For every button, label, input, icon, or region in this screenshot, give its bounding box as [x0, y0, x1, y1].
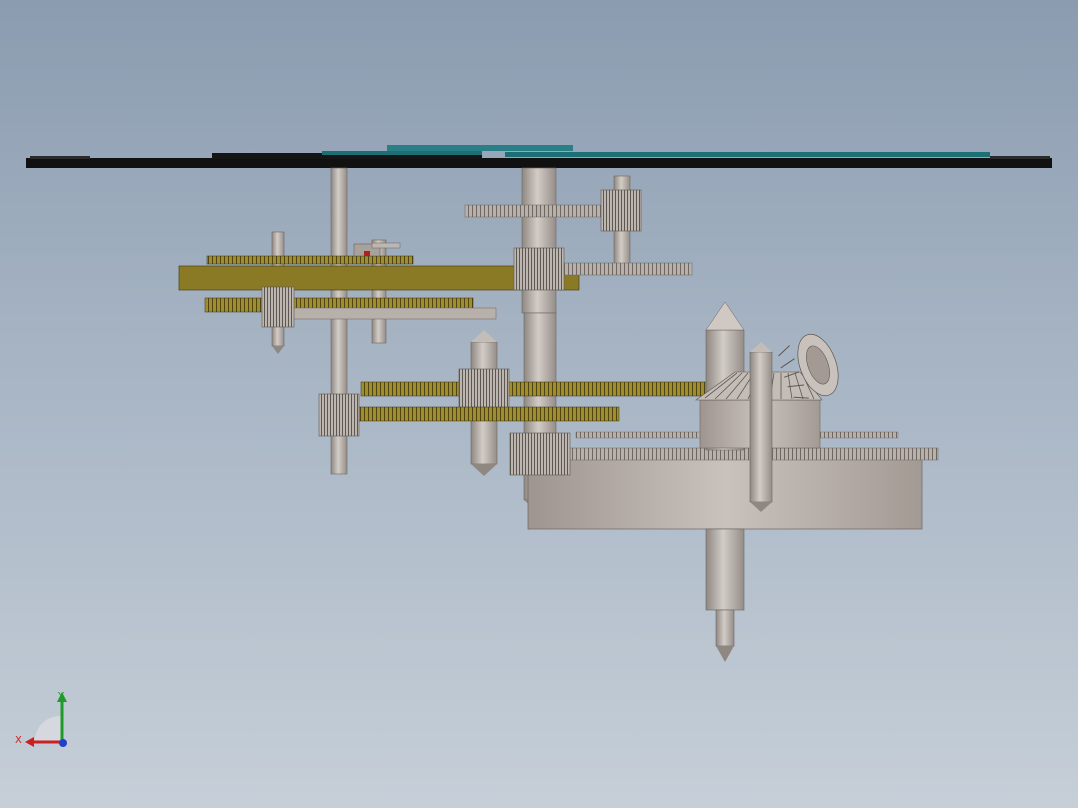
triad-x-label: X	[15, 735, 22, 746]
crown-tower-tip	[705, 301, 745, 331]
small-block-red	[364, 251, 370, 256]
top-plate-bar	[26, 158, 1052, 168]
pinion-mid	[458, 368, 510, 410]
grey-gear-mid	[559, 262, 693, 276]
top-plate-tab-left	[30, 156, 90, 159]
small-arm	[371, 242, 401, 249]
triad-z-dot	[59, 739, 67, 747]
shaft-mid-top	[471, 330, 497, 342]
top-plate[interactable]	[26, 145, 1052, 168]
shaft-right-top	[750, 342, 772, 352]
top-plate-teal-2	[387, 145, 573, 151]
pinion-left	[261, 286, 295, 328]
brass-gear-mid-upper	[360, 381, 722, 397]
shaft-mid-tip	[471, 464, 497, 476]
top-plate-teal-3	[505, 152, 990, 157]
shaft-center-upper	[521, 167, 557, 314]
view-triad[interactable]: X Y	[15, 691, 67, 747]
top-plate-teal-1	[322, 151, 482, 155]
triad-plane	[34, 716, 62, 742]
cad-viewport[interactable]: X Y	[0, 0, 1078, 808]
shaft-right	[749, 351, 773, 503]
grey-gear-top	[464, 204, 614, 218]
barrel-arbor-tip	[716, 646, 734, 662]
brass-bar-thin	[206, 255, 414, 265]
barrel-arbor-pin	[715, 609, 735, 647]
pinion-left-lower	[318, 393, 360, 437]
pinion-center-upper	[513, 247, 565, 291]
grey-bar-lower-left	[289, 307, 497, 320]
barrel-arbor	[705, 528, 745, 611]
brass-gear-mid-lower	[349, 406, 620, 422]
top-plate-tab-right	[990, 156, 1050, 159]
shaft-small-left-tip	[272, 346, 284, 354]
triad-x-arrow	[25, 737, 34, 747]
barrel-drum	[527, 455, 923, 530]
triad-y-label: Y	[57, 691, 65, 702]
pinion-barrel	[509, 432, 571, 476]
gear-train-model[interactable]: X Y	[0, 0, 1078, 808]
pinion-top-right	[600, 189, 642, 232]
